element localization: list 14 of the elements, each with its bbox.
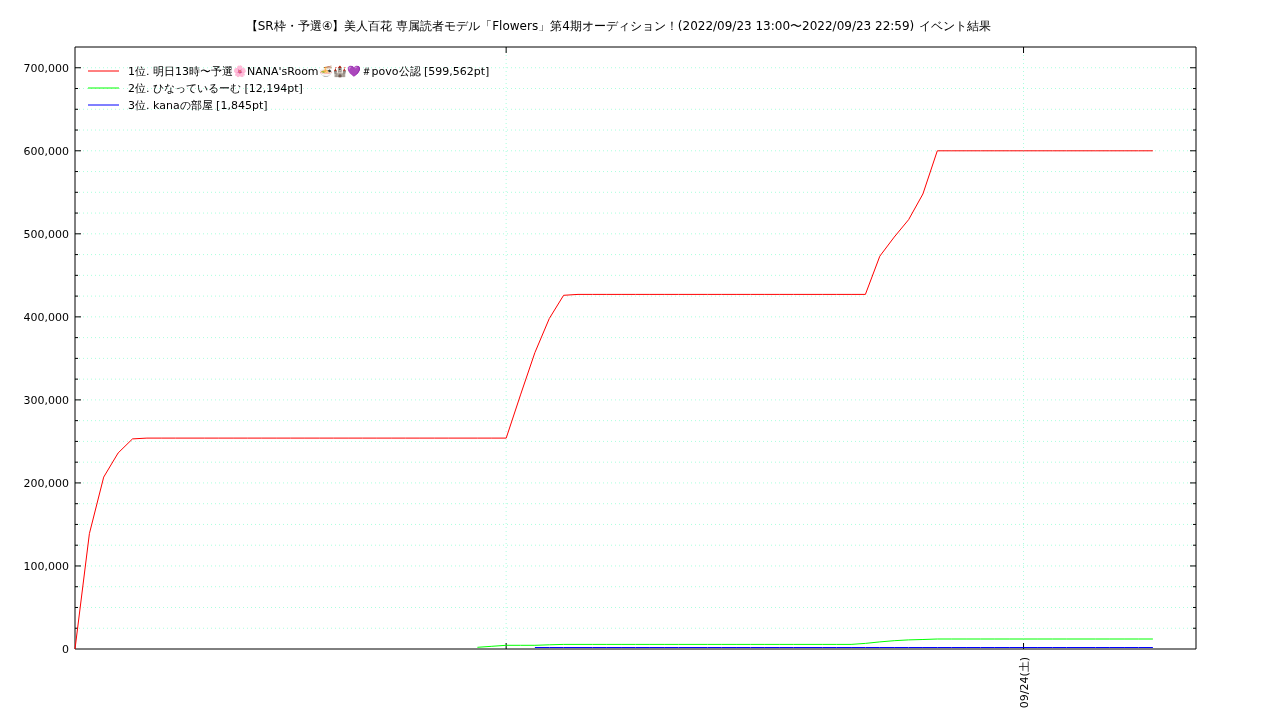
result-label: イベント結果 [919, 19, 991, 33]
y-tick-label: 500,000 [23, 227, 69, 241]
legend-label: 2位. ひなっているーむ [12,194pt] [128, 82, 303, 95]
chart-title: 【SR枠・予選④】美人百花 専属読者モデル「Flowers」第4期オーディション！(2022/09/23 13:00〜2022/09/23 22:59) [245, 19, 915, 33]
y-tick-label: 100,000 [23, 559, 69, 573]
y-tick-label: 0 [62, 643, 69, 656]
y-tick-label: 200,000 [23, 476, 69, 490]
x-axis-date-label: 09/24(土) [1017, 657, 1031, 709]
y-tick-label: 300,000 [23, 393, 69, 407]
y-tick-label: 700,000 [23, 61, 69, 75]
legend-label: 1位. 明日13時〜予選🌸NANA'sRoom🍜🏰💜＃povo公認 [599,562pt] [128, 65, 490, 78]
y-tick-label: 600,000 [23, 144, 69, 158]
legend-label: 3位. kanaの部屋 [1,845pt] [128, 99, 268, 112]
y-tick-label: 400,000 [23, 310, 69, 324]
